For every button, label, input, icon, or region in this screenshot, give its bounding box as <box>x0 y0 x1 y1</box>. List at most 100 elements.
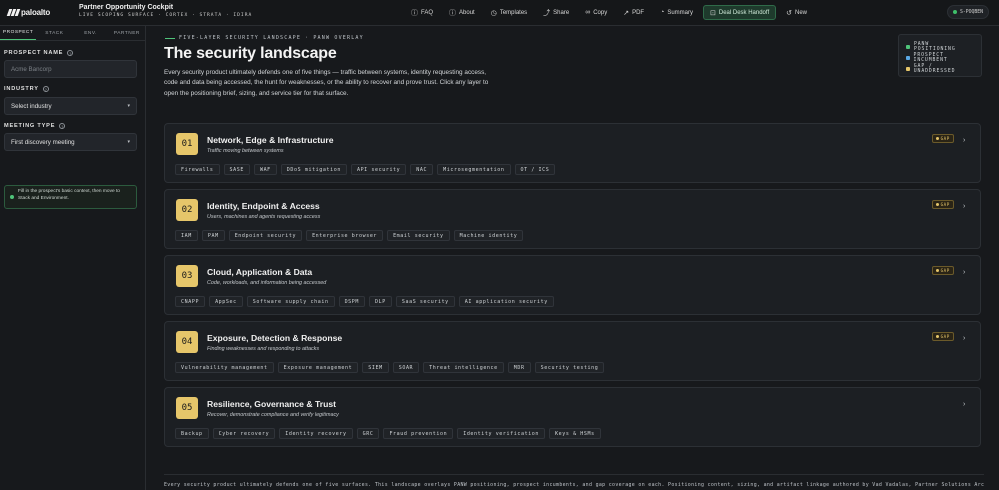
capability-chip[interactable]: MDR <box>507 362 531 373</box>
layer-number: 03 <box>176 265 198 287</box>
tab-env[interactable]: ENV. <box>73 26 109 40</box>
layer-card-02[interactable]: 02 Identity, Endpoint & Access Users, mach… <box>164 189 981 249</box>
capability-chip[interactable]: DSPM <box>338 296 366 307</box>
capability-chip[interactable]: NAC <box>410 164 434 175</box>
capability-chip[interactable]: API security <box>350 164 407 175</box>
capability-chip[interactable]: Identity recovery <box>279 428 353 439</box>
meeting-type-select[interactable]: First discovery meeting ▾ <box>4 133 137 151</box>
capability-chip[interactable]: Cyber recovery <box>212 428 276 439</box>
layer-card-01[interactable]: 01 Network, Edge & Infrastructure Traffic … <box>164 123 981 183</box>
layer-title: Identity, Endpoint & Access <box>207 201 320 211</box>
capability-chip[interactable]: Machine identity <box>453 230 524 241</box>
gap-dot-icon <box>936 203 939 206</box>
capability-chip[interactable]: GRC <box>356 428 380 439</box>
capability-chip[interactable]: SASE <box>223 164 250 175</box>
prospect-name-input[interactable]: Acme Bancorp <box>4 60 137 78</box>
capability-chip[interactable]: SaaS security <box>395 296 455 307</box>
chevron-right-icon[interactable]: › <box>963 137 965 144</box>
capability-chip[interactable]: Threat intelligence <box>423 362 504 373</box>
breadcrumb: FIVE-LAYER SECURITY LANDSCAPE · PANW OVE… <box>165 35 364 41</box>
capability-chip[interactable]: Software supply chain <box>246 296 335 307</box>
capability-chip[interactable]: Email security <box>387 230 450 241</box>
capability-chip[interactable]: PAM <box>201 230 225 241</box>
logo-text: paloalto <box>21 8 51 17</box>
capability-chip[interactable]: Vulnerability management <box>175 362 274 373</box>
capability-chip[interactable]: Microsegmentation <box>437 164 511 175</box>
logo: paloalto <box>6 8 51 17</box>
industry-select[interactable]: Select industry ▾ <box>4 97 137 115</box>
new-button[interactable]: ↺ New <box>780 5 813 20</box>
sidebar: PROSPECT STACK ENV. PARTNER PROSPECT NAM… <box>0 26 146 490</box>
layer-chips: Backup Cyber recovery Identity recovery GRC… <box>175 428 601 439</box>
logo-icon <box>6 8 21 17</box>
environment-badge[interactable]: S-POQBEN <box>947 5 989 19</box>
layer-subtitle: Traffic moving between systems <box>207 148 284 154</box>
chevron-right-icon[interactable]: › <box>963 269 965 276</box>
top-bar: paloalto Partner Opportunity Cockpit LIV… <box>0 0 999 26</box>
app-subtitle: LIVE SCOPING SURFACE · CORTEX · STRATA ·… <box>79 13 253 18</box>
capability-chip[interactable]: CNAPP <box>175 296 206 307</box>
about-button[interactable]: ⓘ About <box>443 5 481 20</box>
layer-title: Resilience, Governance & Trust <box>207 399 336 409</box>
help-icon[interactable]: ? <box>59 123 66 129</box>
layer-card-03[interactable]: 03 Cloud, Application & Data Code, workloa… <box>164 255 981 315</box>
layer-chips: Firewalls SASE WAF DDoS mitigation API secur… <box>175 164 556 175</box>
capability-chip[interactable]: Endpoint security <box>228 230 303 241</box>
summary-button[interactable]: ◔ Summary <box>654 5 699 20</box>
chevron-right-icon[interactable]: › <box>963 401 965 408</box>
sidebar-tabs: PROSPECT STACK ENV. PARTNER <box>0 26 145 41</box>
chevron-right-icon[interactable]: › <box>963 203 965 210</box>
capability-chip[interactable]: IAM <box>175 230 198 241</box>
gap-badge: GAP <box>932 266 954 275</box>
help-icon[interactable]: ? <box>67 50 74 56</box>
capability-chip[interactable]: OT / ICS <box>514 164 556 175</box>
capability-chip[interactable]: Firewalls <box>175 164 220 175</box>
layer-number: 02 <box>176 199 198 221</box>
capability-chip[interactable]: SOAR <box>392 362 420 373</box>
toolbar: ⓘ FAQ ⓘ About ◷ Templates ⤴ Share ∞ Copy ↗ PDF… <box>405 5 813 20</box>
capability-chip[interactable]: Backup <box>175 428 209 439</box>
capability-chip[interactable]: AI application security <box>458 296 554 307</box>
gap-badge: GAP <box>932 200 954 209</box>
legend: PANW POSITIONING PROSPECT INCUMBENT GAP … <box>898 34 982 77</box>
capability-chip[interactable]: WAF <box>253 164 277 175</box>
layer-card-05[interactable]: 05 Resilience, Governance & Trust Recover,… <box>164 387 981 447</box>
industry-label: INDUSTRY ? <box>4 86 49 92</box>
deal-desk-handoff-button[interactable]: ⊡ Deal Desk Handoff <box>702 5 777 20</box>
layer-chips: IAM PAM Endpoint security Enterprise browse… <box>175 230 524 241</box>
chevron-down-icon: ▾ <box>127 103 130 109</box>
faq-button[interactable]: ⓘ FAQ <box>405 5 439 20</box>
layer-chips: CNAPP AppSec Software supply chain DSPM DLP S… <box>175 296 554 307</box>
layer-chips: Vulnerability management Exposure managem… <box>175 362 605 373</box>
capability-chip[interactable]: SIEM <box>362 362 389 373</box>
gap-badge: GAP <box>932 332 954 341</box>
layer-subtitle: Code, workloads, and information being a… <box>207 280 327 286</box>
tab-partner[interactable]: PARTNER <box>109 26 145 40</box>
help-icon[interactable]: ? <box>42 86 49 92</box>
summary-icon: ◔ <box>660 9 665 16</box>
status-dot-icon <box>952 10 957 14</box>
handoff-icon: ⊡ <box>709 9 716 17</box>
legend-item: GAP / UNADDRESSED <box>906 63 974 74</box>
layer-card-04[interactable]: 04 Exposure, Detection & Response Finding … <box>164 321 981 381</box>
share-button[interactable]: ⤴ Share <box>537 5 575 20</box>
chevron-down-icon: ▾ <box>127 139 130 145</box>
layer-number: 01 <box>176 133 198 155</box>
tab-stack[interactable]: STACK <box>36 26 72 40</box>
capability-chip[interactable]: AppSec <box>209 296 243 307</box>
capability-chip[interactable]: Exposure management <box>277 362 359 373</box>
capability-chip[interactable]: Keys & HSMs <box>549 428 601 439</box>
capability-chip[interactable]: Security testing <box>534 362 605 373</box>
tab-prospect[interactable]: PROSPECT <box>0 26 37 40</box>
templates-button[interactable]: ◷ Templates <box>485 5 533 20</box>
copy-button[interactable]: ∞ Copy <box>579 5 613 20</box>
info-dot-icon <box>10 195 14 199</box>
legend-swatch <box>906 55 910 60</box>
pdf-button[interactable]: ↗ PDF <box>617 5 650 20</box>
capability-chip[interactable]: Enterprise browser <box>306 230 384 241</box>
capability-chip[interactable]: Identity verification <box>457 428 546 439</box>
capability-chip[interactable]: DLP <box>369 296 392 307</box>
capability-chip[interactable]: DDoS mitigation <box>280 164 347 175</box>
capability-chip[interactable]: Fraud prevention <box>383 428 454 439</box>
chevron-right-icon[interactable]: › <box>963 335 965 342</box>
